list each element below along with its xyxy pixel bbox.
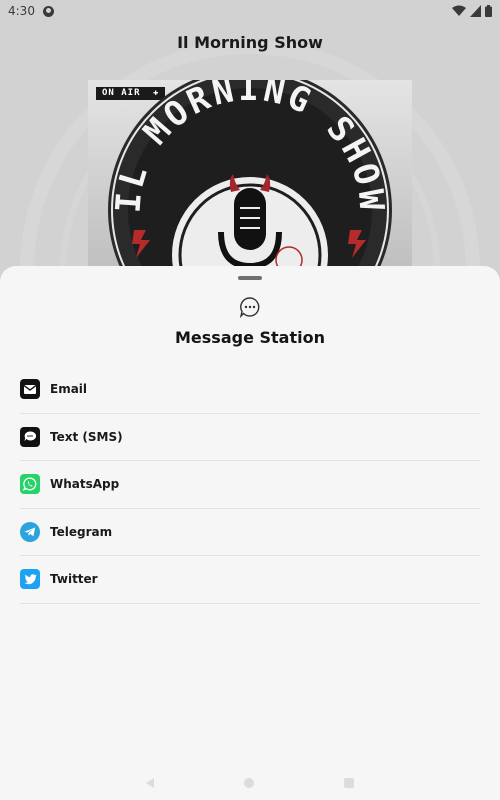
option-label: WhatsApp	[50, 477, 120, 492]
option-label: Twitter	[50, 572, 98, 587]
nav-home-icon[interactable]	[244, 778, 254, 788]
message-station-sheet: Message Station Email Text (SMS) WhatsAp…	[0, 266, 500, 800]
email-icon	[20, 379, 40, 400]
option-sms[interactable]: Text (SMS)	[20, 414, 480, 461]
chat-bubble-icon	[239, 297, 260, 318]
nav-recents-icon[interactable]	[344, 778, 354, 788]
option-email[interactable]: Email	[20, 366, 480, 414]
sms-icon	[20, 426, 40, 447]
sheet-drag-handle[interactable]	[238, 276, 262, 280]
whatsapp-icon	[20, 474, 40, 495]
sheet-title: Message Station	[175, 328, 325, 347]
option-label: Email	[50, 382, 88, 397]
message-options-list: Email Text (SMS) WhatsApp Telegram Twitt…	[20, 366, 480, 604]
nav-back-icon[interactable]	[146, 778, 154, 788]
twitter-icon	[20, 569, 40, 590]
option-label: Text (SMS)	[50, 429, 123, 444]
option-label: Telegram	[50, 524, 113, 539]
system-navigation-bar	[0, 766, 500, 800]
telegram-icon	[20, 521, 40, 542]
option-telegram[interactable]: Telegram	[20, 509, 480, 556]
option-whatsapp[interactable]: WhatsApp	[20, 461, 480, 509]
option-twitter[interactable]: Twitter	[20, 556, 480, 604]
